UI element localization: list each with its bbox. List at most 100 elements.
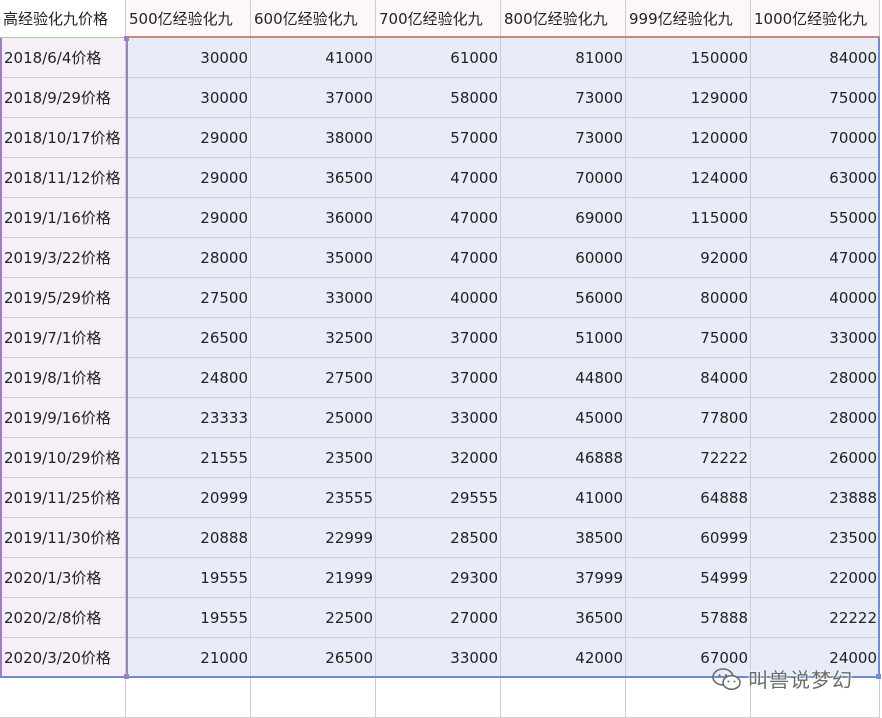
- price-cell[interactable]: 26000: [751, 438, 880, 478]
- price-cell[interactable]: 20999: [126, 478, 251, 518]
- row-date-cell[interactable]: 2020/1/3价格: [0, 558, 126, 598]
- price-cell[interactable]: 35000: [251, 238, 376, 278]
- price-cell[interactable]: 19555: [126, 558, 251, 598]
- price-cell[interactable]: 54999: [626, 558, 751, 598]
- row-date-cell[interactable]: 2018/11/12价格: [0, 158, 126, 198]
- header-cell-2[interactable]: 600亿经验化九: [251, 0, 376, 38]
- price-cell[interactable]: 70000: [751, 118, 880, 158]
- price-cell[interactable]: 37000: [376, 358, 501, 398]
- price-cell[interactable]: 37999: [501, 558, 626, 598]
- row-date-cell[interactable]: 2019/5/29价格: [0, 278, 126, 318]
- row-date-cell[interactable]: 2018/10/17价格: [0, 118, 126, 158]
- price-cell[interactable]: 120000: [626, 118, 751, 158]
- price-cell[interactable]: 75000: [751, 78, 880, 118]
- price-cell[interactable]: 23500: [751, 518, 880, 558]
- price-cell[interactable]: 45000: [501, 398, 626, 438]
- price-cell[interactable]: 29555: [376, 478, 501, 518]
- price-cell[interactable]: 33000: [376, 398, 501, 438]
- price-cell[interactable]: 21999: [251, 558, 376, 598]
- price-cell[interactable]: 55000: [751, 198, 880, 238]
- price-cell[interactable]: 23500: [251, 438, 376, 478]
- price-cell[interactable]: 28000: [751, 358, 880, 398]
- price-cell[interactable]: 46888: [501, 438, 626, 478]
- row-date-cell[interactable]: 2019/8/1价格: [0, 358, 126, 398]
- row-date-cell[interactable]: 2020/3/20价格: [0, 638, 126, 678]
- price-cell[interactable]: 44800: [501, 358, 626, 398]
- header-cell-6[interactable]: 1000亿经验化九: [751, 0, 880, 38]
- price-cell[interactable]: 63000: [751, 158, 880, 198]
- price-cell[interactable]: 29000: [126, 118, 251, 158]
- row-date-cell[interactable]: 2019/11/25价格: [0, 478, 126, 518]
- empty-cell[interactable]: [0, 678, 126, 718]
- price-cell[interactable]: 57000: [376, 118, 501, 158]
- price-cell[interactable]: 27000: [376, 598, 501, 638]
- price-cell[interactable]: 30000: [126, 38, 251, 78]
- empty-cell[interactable]: [126, 678, 251, 718]
- price-cell[interactable]: 32000: [376, 438, 501, 478]
- price-cell[interactable]: 92000: [626, 238, 751, 278]
- price-cell[interactable]: 36500: [251, 158, 376, 198]
- price-cell[interactable]: 73000: [501, 78, 626, 118]
- price-cell[interactable]: 60999: [626, 518, 751, 558]
- price-cell[interactable]: 29000: [126, 198, 251, 238]
- price-cell[interactable]: 38000: [251, 118, 376, 158]
- header-cell-4[interactable]: 800亿经验化九: [501, 0, 626, 38]
- row-date-cell[interactable]: 2018/9/29价格: [0, 78, 126, 118]
- price-cell[interactable]: 51000: [501, 318, 626, 358]
- price-cell[interactable]: 25000: [251, 398, 376, 438]
- row-date-cell[interactable]: 2019/9/16价格: [0, 398, 126, 438]
- price-cell[interactable]: 47000: [376, 238, 501, 278]
- price-cell[interactable]: 47000: [751, 238, 880, 278]
- price-cell[interactable]: 28000: [751, 398, 880, 438]
- selection-handle-bottom[interactable]: [124, 674, 129, 679]
- price-cell[interactable]: 42000: [501, 638, 626, 678]
- price-cell[interactable]: 30000: [126, 78, 251, 118]
- price-cell[interactable]: 29300: [376, 558, 501, 598]
- price-cell[interactable]: 41000: [501, 478, 626, 518]
- row-date-cell[interactable]: 2019/7/1价格: [0, 318, 126, 358]
- price-cell[interactable]: 23555: [251, 478, 376, 518]
- price-cell[interactable]: 23333: [126, 398, 251, 438]
- price-cell[interactable]: 22999: [251, 518, 376, 558]
- price-cell[interactable]: 27500: [126, 278, 251, 318]
- price-cell[interactable]: 72222: [626, 438, 751, 478]
- price-cell[interactable]: 150000: [626, 38, 751, 78]
- price-cell[interactable]: 26500: [251, 638, 376, 678]
- price-cell[interactable]: 64888: [626, 478, 751, 518]
- price-cell[interactable]: 84000: [626, 358, 751, 398]
- header-cell-3[interactable]: 700亿经验化九: [376, 0, 501, 38]
- row-date-cell[interactable]: 2019/11/30价格: [0, 518, 126, 558]
- price-cell[interactable]: 129000: [626, 78, 751, 118]
- price-cell[interactable]: 24800: [126, 358, 251, 398]
- price-cell[interactable]: 75000: [626, 318, 751, 358]
- selection-handle-top[interactable]: [124, 36, 129, 41]
- price-cell[interactable]: 56000: [501, 278, 626, 318]
- empty-cell[interactable]: [376, 678, 501, 718]
- price-cell[interactable]: 32500: [251, 318, 376, 358]
- price-cell[interactable]: 21555: [126, 438, 251, 478]
- price-cell[interactable]: 38500: [501, 518, 626, 558]
- price-cell[interactable]: 80000: [626, 278, 751, 318]
- price-cell[interactable]: 27500: [251, 358, 376, 398]
- price-cell[interactable]: 61000: [376, 38, 501, 78]
- row-date-cell[interactable]: 2018/6/4价格: [0, 38, 126, 78]
- price-cell[interactable]: 22222: [751, 598, 880, 638]
- price-cell[interactable]: 36000: [251, 198, 376, 238]
- price-cell[interactable]: 29000: [126, 158, 251, 198]
- row-date-cell[interactable]: 2019/10/29价格: [0, 438, 126, 478]
- empty-cell[interactable]: [501, 678, 626, 718]
- price-cell[interactable]: 40000: [376, 278, 501, 318]
- row-date-cell[interactable]: 2020/2/8价格: [0, 598, 126, 638]
- price-cell[interactable]: 20888: [126, 518, 251, 558]
- price-cell[interactable]: 28500: [376, 518, 501, 558]
- price-cell[interactable]: 28000: [126, 238, 251, 278]
- price-cell[interactable]: 36500: [501, 598, 626, 638]
- header-cell-1[interactable]: 500亿经验化九: [126, 0, 251, 38]
- price-cell[interactable]: 41000: [251, 38, 376, 78]
- price-cell[interactable]: 84000: [751, 38, 880, 78]
- price-cell[interactable]: 115000: [626, 198, 751, 238]
- empty-cell[interactable]: [251, 678, 376, 718]
- price-cell[interactable]: 47000: [376, 198, 501, 238]
- price-cell[interactable]: 19555: [126, 598, 251, 638]
- price-cell[interactable]: 47000: [376, 158, 501, 198]
